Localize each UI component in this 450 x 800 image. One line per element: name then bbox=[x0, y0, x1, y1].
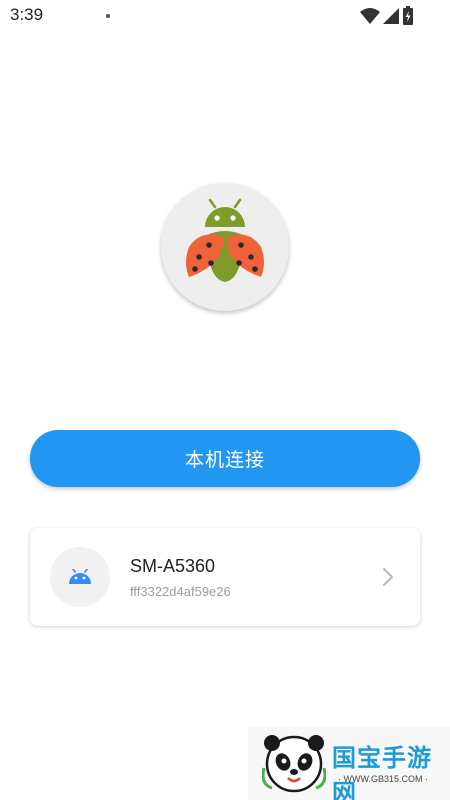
battery-icon bbox=[403, 6, 413, 25]
status-time: 3:39 bbox=[10, 5, 44, 24]
wifi-icon bbox=[360, 8, 380, 24]
status-bar: 3:39 bbox=[0, 0, 450, 32]
app-screen: 3:39 本机连接 SM-A5360 fff3322d4af59e26 国宝手游… bbox=[0, 0, 450, 800]
device-list-item[interactable]: SM-A5360 fff3322d4af59e26 bbox=[30, 528, 420, 626]
notification-dot bbox=[106, 14, 110, 18]
watermark-title: 国宝手游网 bbox=[332, 744, 432, 800]
status-icons bbox=[360, 6, 414, 26]
chevron-right-icon bbox=[383, 568, 393, 586]
app-logo bbox=[161, 183, 289, 311]
connect-local-button[interactable]: 本机连接 bbox=[30, 430, 420, 487]
android-icon bbox=[69, 569, 91, 584]
watermark: 国宝手游网 · WWW.GB315.COM · bbox=[248, 726, 450, 800]
device-name: SM-A5360 bbox=[130, 556, 216, 576]
device-serial: fff3322d4af59e26 bbox=[130, 584, 231, 599]
signal-icon bbox=[383, 8, 399, 24]
device-avatar bbox=[50, 547, 110, 607]
ladybug-android-logo-icon bbox=[186, 198, 264, 282]
watermark-url: · WWW.GB315.COM · bbox=[338, 774, 428, 784]
panda-logo-icon bbox=[262, 735, 326, 793]
